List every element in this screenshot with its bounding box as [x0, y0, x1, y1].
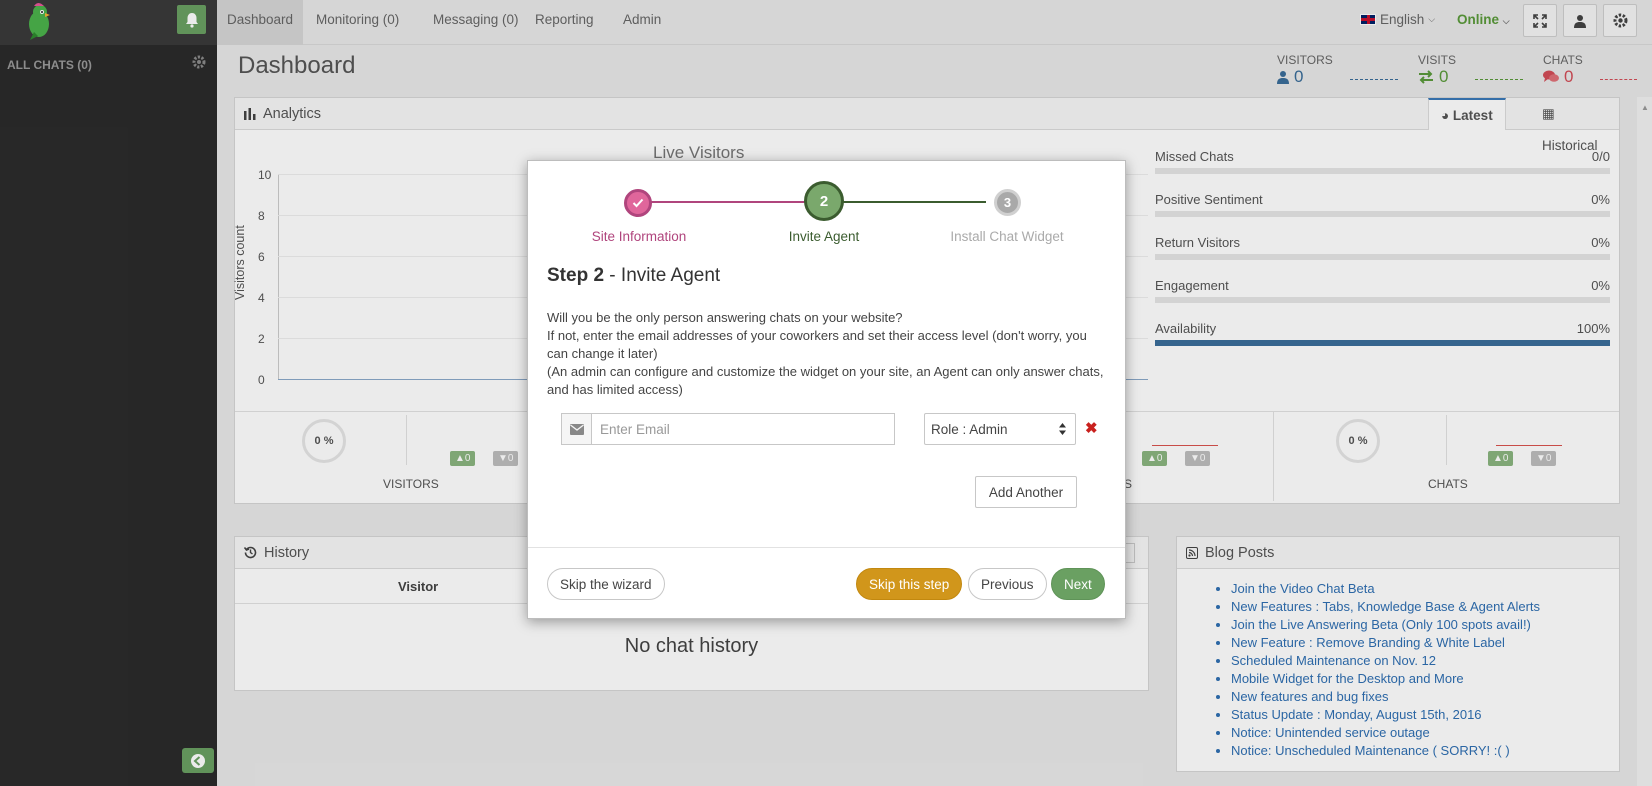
sort-arrows-icon: [1059, 423, 1066, 435]
email-input[interactable]: [592, 414, 894, 444]
wizard-footer: Skip the wizard Skip this step Previous …: [528, 547, 1125, 618]
step-3-indicator: 3: [994, 189, 1021, 216]
step-1-indicator[interactable]: [624, 189, 652, 217]
role-select[interactable]: Role : Admin: [924, 413, 1076, 445]
wizard-paragraph: (An admin can configure and customize th…: [547, 364, 1104, 397]
previous-button[interactable]: Previous: [968, 568, 1047, 600]
setup-wizard-modal: 2 3 Site Information Invite Agent Instal…: [527, 160, 1126, 619]
step-2-indicator: 2: [804, 181, 844, 221]
skip-wizard-button[interactable]: Skip the wizard: [547, 568, 665, 600]
add-another-button[interactable]: Add Another: [975, 476, 1077, 508]
wizard-description: Will you be the only person answering ch…: [547, 309, 1107, 399]
wizard-paragraph: If not, enter the email addresses of you…: [547, 328, 1087, 361]
step-3-label: Install Chat Widget: [950, 229, 1064, 244]
wizard-paragraph: Will you be the only person answering ch…: [547, 310, 903, 325]
step-1-label[interactable]: Site Information: [554, 229, 724, 244]
remove-row-icon[interactable]: ✖: [1085, 419, 1098, 437]
skip-step-button[interactable]: Skip this step: [856, 568, 963, 600]
step-connector-done: [640, 201, 812, 203]
check-icon: [632, 198, 644, 208]
next-button[interactable]: Next: [1051, 568, 1105, 600]
envelope-icon: [562, 414, 592, 444]
step-2-label: Invite Agent: [788, 229, 860, 244]
wizard-step-title: Step 2 - Invite Agent: [547, 265, 721, 286]
step-connector-active: [843, 201, 986, 203]
role-select-value: Role : Admin: [931, 421, 1008, 437]
email-field-group: [561, 413, 895, 445]
